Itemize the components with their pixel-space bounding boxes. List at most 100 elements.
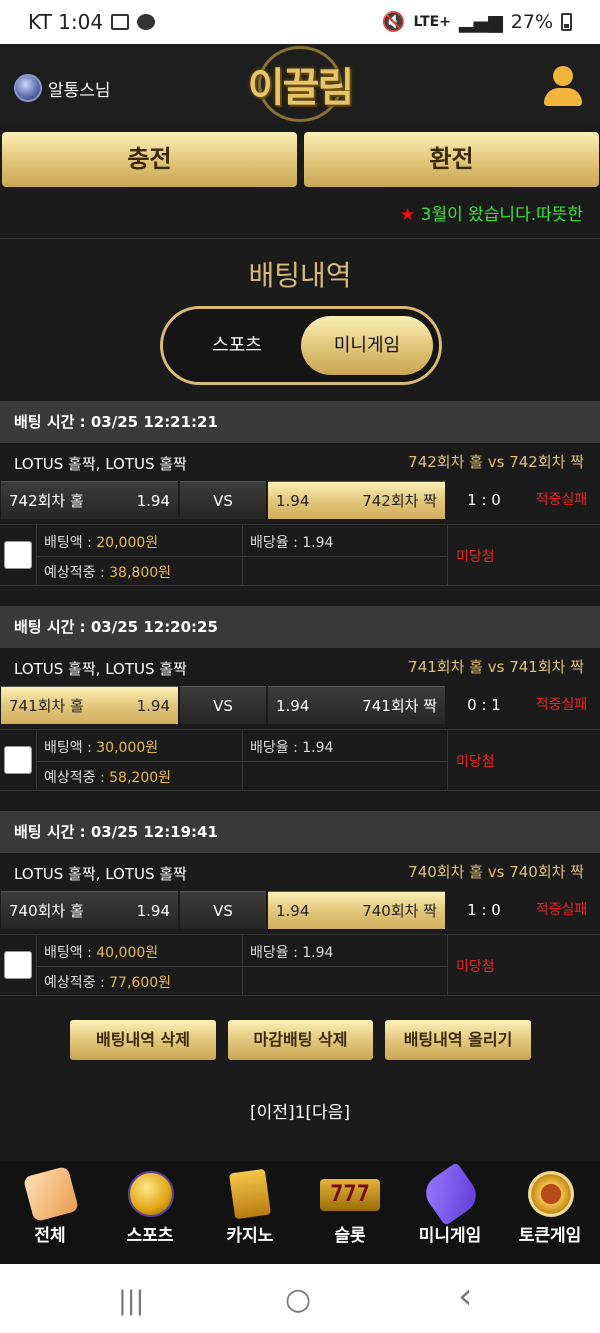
round-matchup: 740회차 홀 vs 740회차 짝 bbox=[408, 863, 584, 881]
tab-sports[interactable]: 스포츠 bbox=[171, 316, 303, 375]
select-checkbox[interactable] bbox=[4, 951, 32, 979]
username: 알통스님 bbox=[48, 80, 111, 101]
status-right: 🔇 LTE+ ▂▄▆ 27% bbox=[382, 10, 572, 33]
roulette-icon bbox=[528, 1171, 574, 1217]
grid-line bbox=[242, 525, 243, 585]
expected-label: 예상적중 : bbox=[44, 565, 110, 581]
status-badge: 미당첨 bbox=[456, 549, 495, 565]
home-label: 741회차 홀 bbox=[9, 697, 84, 715]
grid-line bbox=[242, 730, 243, 790]
network-label: LTE+ bbox=[413, 13, 451, 30]
pick-home[interactable]: 742회차 홀 1.94 bbox=[1, 481, 178, 519]
signal-icon: ▂▄▆ bbox=[458, 10, 503, 33]
tab-minigame[interactable]: 미니게임 bbox=[301, 316, 433, 375]
bet-amount-label: 배팅액 : bbox=[44, 945, 97, 961]
bet-pick-row: 742회차 홀 1.94 VS 1.94 742회차 짝 1 : 0 적중실패 bbox=[0, 481, 600, 519]
nav-token-game[interactable]: 토큰게임 bbox=[500, 1161, 600, 1264]
charge-button[interactable]: 충전 bbox=[2, 132, 297, 187]
odds: 배당율 : 1.94 bbox=[250, 942, 333, 962]
grid-line bbox=[447, 935, 448, 995]
android-nav-bar: ||| ○ ‹ bbox=[0, 1264, 600, 1333]
gallery-icon bbox=[111, 14, 130, 30]
upload-history-button[interactable]: 배팅내역 올리기 bbox=[385, 1020, 531, 1060]
grid-line bbox=[36, 935, 37, 995]
expected-win: 예상적중 : 77,600원 bbox=[44, 972, 171, 992]
profile-icon[interactable] bbox=[542, 66, 584, 108]
pagination[interactable]: [이전]1[다음] bbox=[0, 1098, 600, 1123]
expected-label: 예상적중 : bbox=[44, 770, 110, 786]
back-icon[interactable]: ‹ bbox=[458, 1276, 472, 1317]
pick-home[interactable]: 740회차 홀 1.94 bbox=[1, 891, 178, 929]
logo[interactable]: 이끌림 bbox=[238, 44, 362, 124]
home-label: 740회차 홀 bbox=[9, 902, 84, 920]
bet-pick-row: 741회차 홀 1.94 VS 1.94 741회차 짝 0 : 1 적중실패 bbox=[0, 686, 600, 724]
bet-detail: 배팅액 : 40,000원 배당율 : 1.94 예상적중 : 77,600원 미당첨 bbox=[0, 934, 600, 996]
vs-label: VS bbox=[180, 481, 266, 519]
status-badge: 미당첨 bbox=[456, 959, 495, 975]
divider bbox=[0, 238, 600, 239]
grid-line bbox=[36, 556, 447, 557]
nav-all[interactable]: 전체 bbox=[0, 1161, 100, 1264]
bet-detail: 배팅액 : 30,000원 배당율 : 1.94 예상적중 : 58,200원 미당첨 bbox=[0, 729, 600, 791]
expected-value: 77,600원 bbox=[109, 975, 172, 991]
delete-history-button[interactable]: 배팅내역 삭제 bbox=[70, 1020, 216, 1060]
star-icon: ★ bbox=[400, 205, 416, 224]
odds-label: 배당율 : bbox=[250, 740, 303, 756]
rank-badge-icon bbox=[14, 74, 42, 102]
dice-icon bbox=[22, 1165, 80, 1223]
status-bar: KT 1:04 🔇 LTE+ ▂▄▆ 27% bbox=[0, 0, 600, 44]
bet-amount-value: 30,000원 bbox=[96, 740, 159, 756]
pick-home[interactable]: 741회차 홀 1.94 bbox=[1, 686, 178, 724]
odds-label: 배당율 : bbox=[250, 945, 303, 961]
bet-game-row: LOTUS 홀짝, LOTUS 홀짝 740회차 홀 vs 740회차 짝 bbox=[0, 857, 600, 887]
recents-icon[interactable]: ||| bbox=[118, 1286, 144, 1316]
bet-item: 배팅 시간 : 03/25 12:19:41 LOTUS 홀짝, LOTUS 홀짝… bbox=[0, 811, 600, 1006]
expected-win: 예상적중 : 58,200원 bbox=[44, 767, 171, 787]
exchange-button[interactable]: 환전 bbox=[304, 132, 599, 187]
action-bar: 배팅내역 삭제 마감배팅 삭제 배팅내역 올리기 bbox=[0, 1020, 600, 1062]
nav-label: 카지노 bbox=[226, 1226, 274, 1246]
mute-icon: 🔇 bbox=[381, 11, 406, 33]
pick-away[interactable]: 1.94 741회차 짝 bbox=[268, 686, 445, 724]
bet-amount: 배팅액 : 40,000원 bbox=[44, 942, 158, 962]
bet-detail: 배팅액 : 20,000원 배당율 : 1.94 예상적중 : 38,800원 미당첨 bbox=[0, 524, 600, 586]
grid-line bbox=[242, 935, 243, 995]
expected-value: 38,800원 bbox=[109, 565, 172, 581]
score: 1 : 0 bbox=[467, 491, 501, 509]
select-checkbox[interactable] bbox=[4, 746, 32, 774]
delete-closed-button[interactable]: 마감배팅 삭제 bbox=[228, 1020, 373, 1060]
bet-time: 배팅 시간 : 03/25 12:21:21 bbox=[0, 401, 600, 443]
bet-amount: 배팅액 : 20,000원 bbox=[44, 532, 158, 552]
user-info[interactable]: 알통스님 bbox=[14, 74, 111, 102]
bet-game-row: LOTUS 홀짝, LOTUS 홀짝 741회차 홀 vs 741회차 짝 bbox=[0, 652, 600, 682]
status-left: KT 1:04 bbox=[28, 10, 156, 34]
nav-casino[interactable]: 카지노 bbox=[200, 1161, 300, 1264]
nav-label: 토큰게임 bbox=[518, 1226, 582, 1246]
bet-item: 배팅 시간 : 03/25 12:21:21 LOTUS 홀짝, LOTUS 홀짝… bbox=[0, 401, 600, 596]
away-odds: 1.94 bbox=[276, 492, 310, 510]
odds-label: 배당율 : bbox=[250, 535, 303, 551]
round-matchup: 741회차 홀 vs 741회차 짝 bbox=[408, 658, 584, 676]
slot-777-icon: 777 bbox=[320, 1179, 380, 1211]
bet-item: 배팅 시간 : 03/25 12:20:25 LOTUS 홀짝, LOTUS 홀짝… bbox=[0, 606, 600, 801]
bet-time: 배팅 시간 : 03/25 12:19:41 bbox=[0, 811, 600, 853]
nav-minigame[interactable]: 미니게임 bbox=[400, 1161, 500, 1264]
home-odds: 1.94 bbox=[136, 902, 170, 920]
pick-away[interactable]: 1.94 742회차 짝 bbox=[268, 481, 445, 519]
grid-line bbox=[36, 525, 37, 585]
nav-label: 전체 bbox=[34, 1226, 66, 1246]
result-badge: 적중실패 bbox=[535, 902, 588, 918]
battery-text: 27% bbox=[510, 10, 553, 33]
pick-away[interactable]: 1.94 740회차 짝 bbox=[268, 891, 445, 929]
nav-sports[interactable]: 스포츠 bbox=[100, 1161, 200, 1264]
odds-value: 1.94 bbox=[302, 535, 334, 551]
nav-label: 슬롯 bbox=[334, 1226, 366, 1246]
nav-slot[interactable]: 777 슬롯 bbox=[300, 1161, 400, 1264]
battery-icon bbox=[561, 12, 572, 31]
grid-line bbox=[36, 761, 447, 762]
bet-time: 배팅 시간 : 03/25 12:20:25 bbox=[0, 606, 600, 648]
score: 0 : 1 bbox=[467, 696, 501, 714]
expected-label: 예상적중 : bbox=[44, 975, 110, 991]
home-icon[interactable]: ○ bbox=[285, 1282, 311, 1317]
select-checkbox[interactable] bbox=[4, 541, 32, 569]
